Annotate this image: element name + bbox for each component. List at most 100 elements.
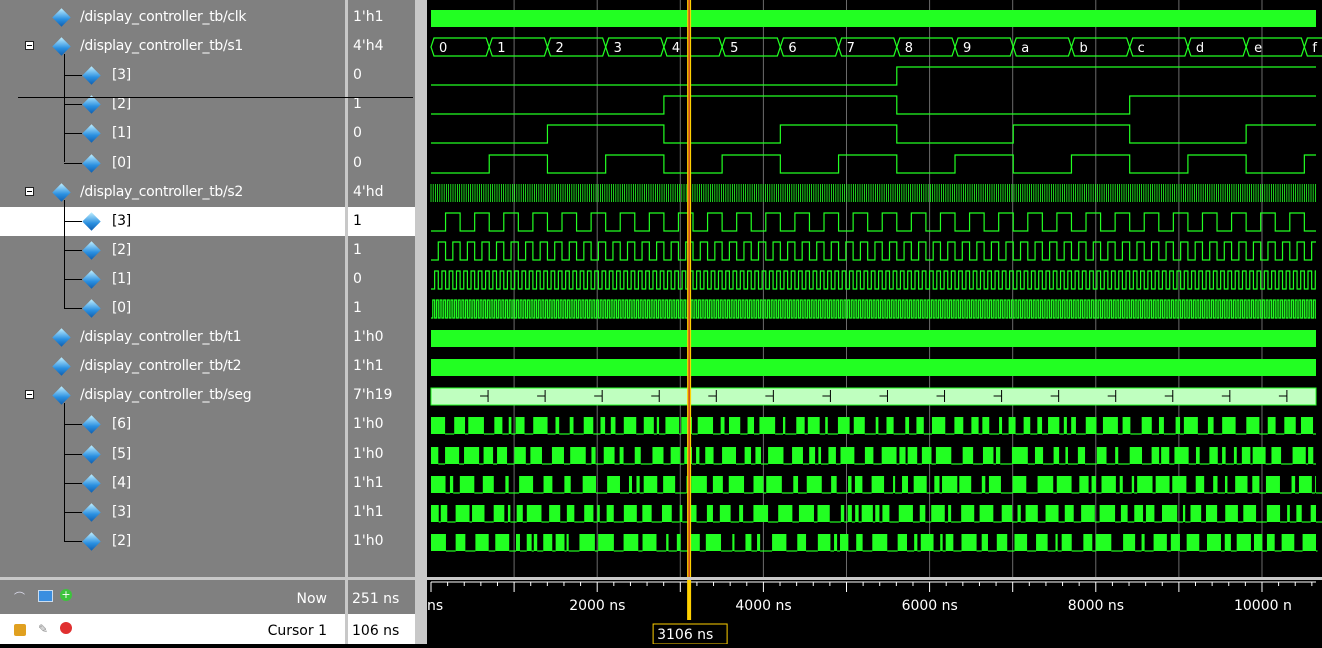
signal-row[interactable]: [5]	[0, 440, 345, 469]
signal-row[interactable]: /display_controller_tb/s2	[0, 178, 345, 207]
signal-row[interactable]: /display_controller_tb/clk	[0, 3, 345, 32]
signal-row[interactable]: [4]	[0, 469, 345, 498]
seg-pulse	[1161, 505, 1178, 522]
seg-pulse	[1101, 476, 1116, 493]
seg-pulse	[530, 447, 542, 464]
seg-pulse	[1131, 476, 1135, 493]
collapse-icon[interactable]	[25, 187, 34, 196]
signal-row[interactable]: [1]	[0, 119, 345, 148]
signal-row[interactable]: [3]	[0, 498, 345, 527]
signal-values-pane: 1'h1 4'h4 0 1 0 0 4'hd 1 1 0 1 1'h0 1'h1 7'h19 1'h0 1'h…	[348, 0, 415, 577]
seg-pulse	[606, 505, 614, 522]
signal-icon	[82, 154, 101, 173]
seg-pulse	[897, 534, 908, 551]
lock-icon[interactable]	[14, 624, 26, 636]
seg-bus	[430, 387, 1317, 406]
collapse-icon[interactable]	[25, 41, 34, 50]
signal-name: [5]	[112, 446, 131, 462]
signal-icon	[82, 66, 101, 85]
signal-row[interactable]: [2]	[0, 527, 345, 556]
seg-pulse	[1284, 417, 1296, 434]
seg-pulse	[948, 505, 952, 522]
timeline-pane[interactable]: ns 2000 ns 4000 ns 6000 ns 8000 ns 10000 n 310…	[427, 580, 1322, 645]
signal-row[interactable]: [3]	[0, 207, 345, 236]
signal-row[interactable]: [0]	[0, 149, 345, 178]
seg-pulse	[643, 417, 654, 434]
signal-row[interactable]: [3]	[0, 61, 345, 90]
seg-pulse	[494, 417, 503, 434]
bit-wave	[431, 66, 1316, 86]
bus-value: c	[1138, 41, 1145, 56]
bus-value: 6	[788, 41, 796, 56]
signal-row[interactable]: [2]	[0, 236, 345, 265]
add-cursor-icon[interactable]: +	[60, 589, 72, 601]
signal-value: 1'h1	[353, 358, 384, 374]
seg-pulse	[706, 505, 713, 522]
seg-pulse	[1265, 476, 1280, 493]
tree-line	[64, 250, 82, 251]
value-cell: 7'h19	[348, 381, 415, 410]
seg-pulse	[1037, 476, 1054, 493]
bus-value: 4	[672, 41, 680, 56]
monitor-icon[interactable]	[38, 590, 53, 602]
signal-row[interactable]: [0]	[0, 294, 345, 323]
value-cell: 4'h4	[348, 32, 415, 61]
value-cell: 1'h1	[348, 352, 415, 381]
signal-value: 1	[353, 96, 362, 112]
seg-pulse	[1292, 447, 1306, 464]
seg-pulse	[508, 417, 512, 434]
seg-pulse	[1012, 476, 1027, 493]
time-label: 8000 ns	[1068, 598, 1124, 614]
edit-cursor-icon[interactable]: ✎	[38, 622, 50, 636]
signal-row[interactable]: /display_controller_tb/seg	[0, 381, 345, 410]
seg-pulse	[1287, 505, 1290, 522]
waveform-canvas[interactable]: 0 1 2 3 4 5 6 7 8 9 a b c d e f	[427, 0, 1322, 577]
seg-pulse	[907, 447, 918, 464]
signal-value: 1'h0	[353, 446, 384, 462]
bus-value: 9	[963, 41, 971, 56]
signal-row[interactable]: /display_controller_tb/t1	[0, 323, 345, 352]
seg-pulse	[861, 505, 873, 522]
signal-name: [0]	[112, 155, 131, 171]
signal-row[interactable]: [1]	[0, 265, 345, 294]
seg-pulse	[1195, 476, 1205, 493]
seg-pulse	[533, 534, 538, 551]
cursor-row[interactable]: ✎ Cursor 1	[0, 614, 345, 644]
seg-pulse	[551, 447, 564, 464]
seg-pulse	[459, 476, 475, 493]
seg-pulse	[566, 505, 575, 522]
seg-pulse	[1302, 534, 1316, 551]
collapse-icon[interactable]	[25, 390, 34, 399]
seg-pulse	[881, 447, 897, 464]
seg-pulse	[472, 505, 485, 522]
signal-value: 1'h1	[353, 9, 384, 25]
wave-tools-icon[interactable]: ⌒	[14, 589, 26, 604]
seg-pulse	[1145, 505, 1155, 522]
seg-pulse	[797, 534, 807, 551]
seg-pulse	[856, 534, 863, 551]
signal-row[interactable]: /display_controller_tb/t2	[0, 352, 345, 381]
seg-pulse	[1141, 417, 1152, 434]
seg-pulse	[1081, 505, 1095, 522]
seg-pulse	[431, 505, 439, 522]
signal-row[interactable]: [6]	[0, 410, 345, 439]
seg-pulse	[1190, 505, 1202, 522]
signal-value: 1	[353, 300, 362, 316]
tree-line	[64, 133, 82, 134]
signal-row[interactable]: [2]	[0, 90, 345, 119]
seg-pulse	[782, 417, 786, 434]
seg-pulse	[1241, 447, 1251, 464]
seg-pulse	[1308, 447, 1314, 464]
seg-pulse	[1053, 447, 1060, 464]
pane-divider[interactable]	[415, 0, 427, 644]
seg-pulse	[1158, 417, 1164, 434]
timeline-ruler[interactable]: ns 2000 ns 4000 ns 6000 ns 8000 ns 10000 n 310…	[427, 580, 1322, 645]
signal-row[interactable]: /display_controller_tb/s1	[0, 32, 345, 61]
waveform-pane[interactable]: 0 1 2 3 4 5 6 7 8 9 a b c d e f	[427, 0, 1322, 577]
seg-pulse	[1017, 505, 1021, 522]
delete-cursor-icon[interactable]	[60, 622, 72, 634]
seg-pulse	[555, 534, 565, 551]
seg-pulse	[919, 505, 926, 522]
seg-pulse	[828, 447, 836, 464]
signal-value: 1'h0	[353, 329, 384, 345]
